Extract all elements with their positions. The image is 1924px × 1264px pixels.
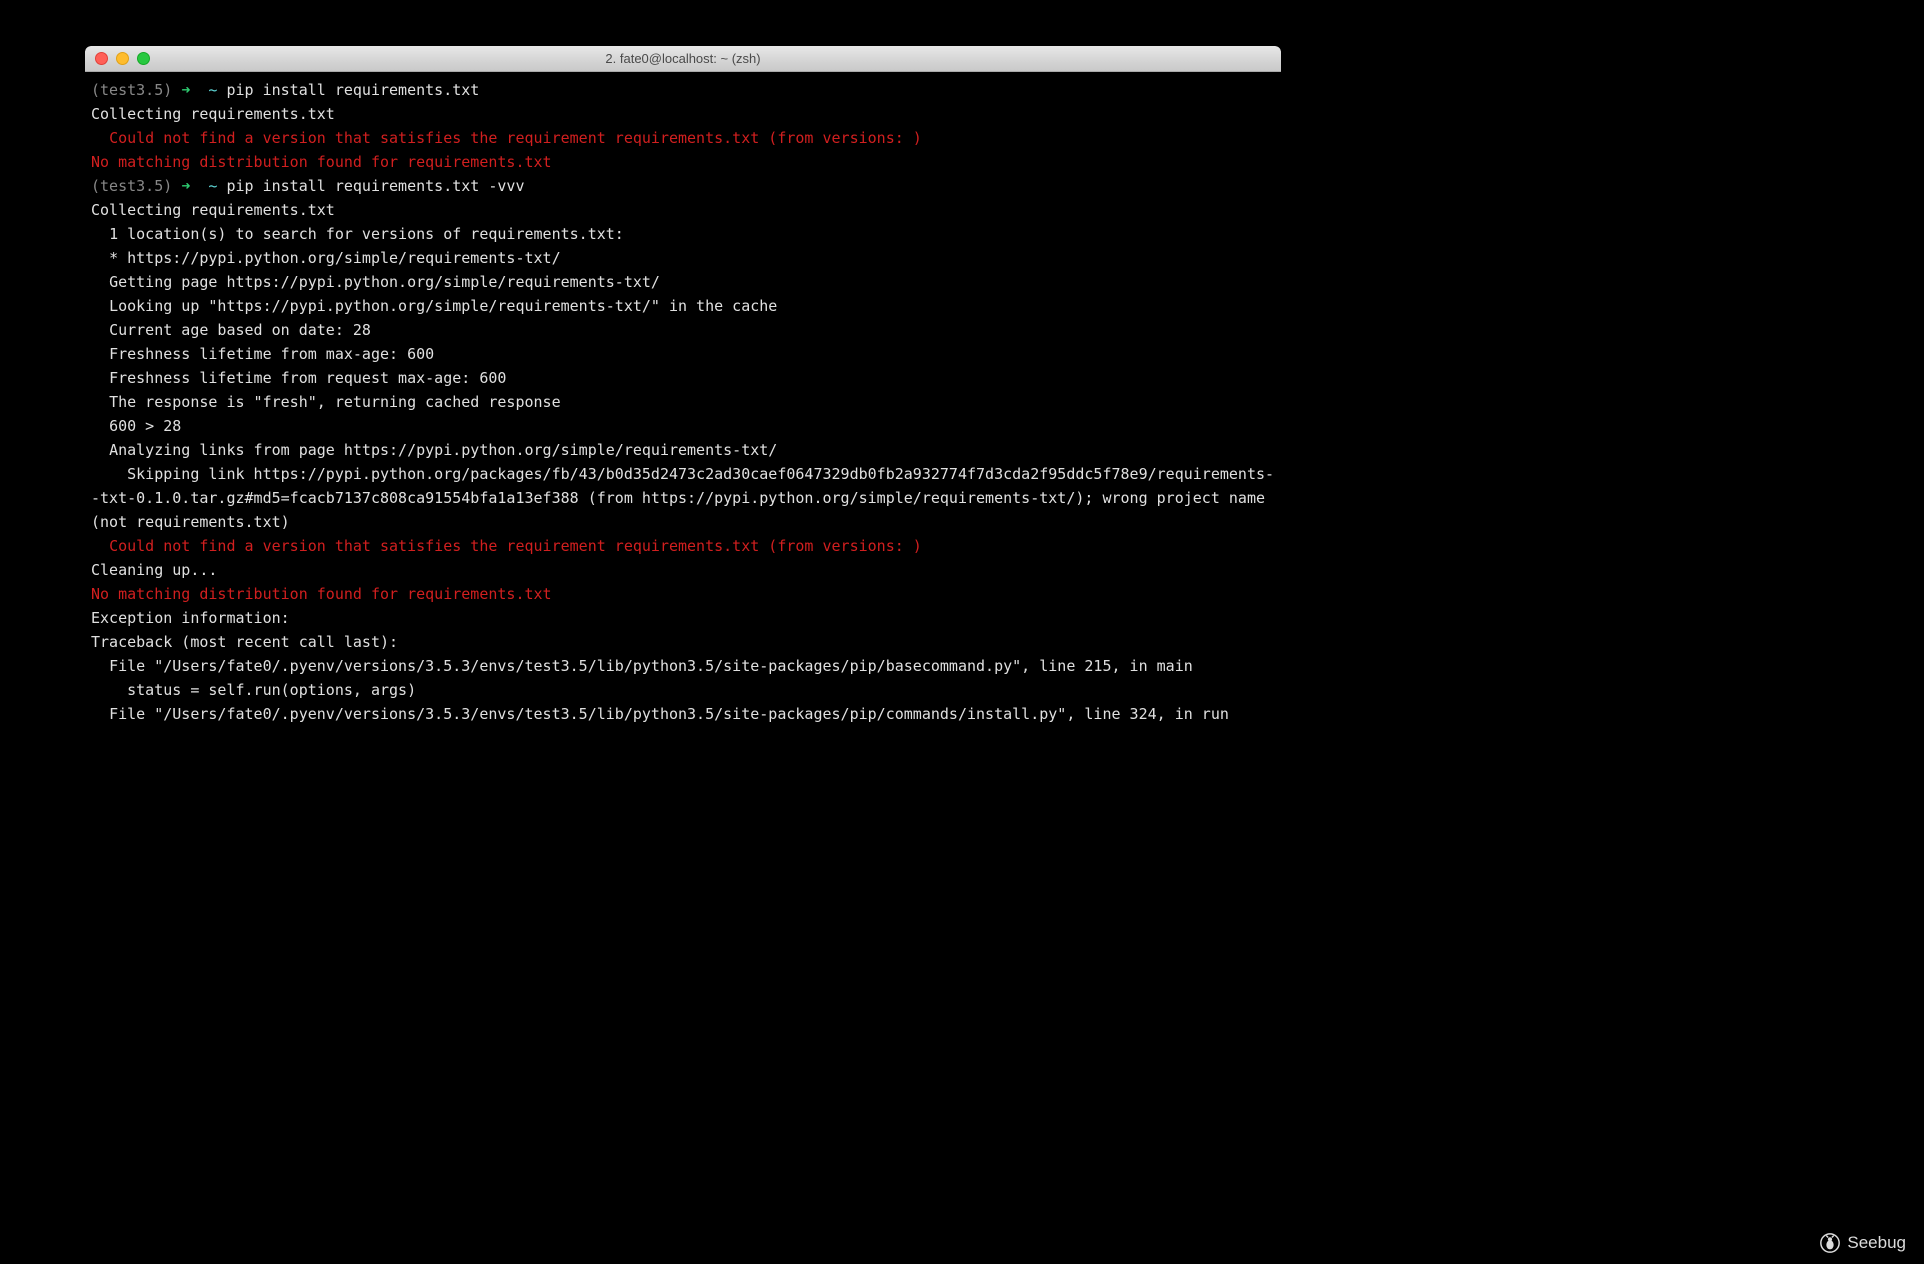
terminal-window[interactable]: 2. fate0@localhost: ~ (zsh) (test3.5) ➜ … [85,46,1281,812]
terminal-segment: Looking up "https://pypi.python.org/simp… [91,297,777,315]
terminal-segment: No matching distribution found for requi… [91,585,552,603]
terminal-segment: File "/Users/fate0/.pyenv/versions/3.5.3… [91,705,1229,723]
bug-icon [1819,1232,1841,1254]
zoom-icon[interactable] [137,52,150,65]
terminal-segment: The response is "fresh", returning cache… [91,393,561,411]
terminal-segment: ~ [208,81,226,99]
watermark-label: Seebug [1847,1233,1906,1253]
terminal-segment: (test3.5) [91,81,181,99]
terminal-segment: Skipping link https://pypi.python.org/pa… [91,465,1274,531]
terminal-segment: pip install requirements.txt [226,81,479,99]
terminal-segment: Could not find a version that satisfies … [91,129,922,147]
terminal-line: The response is "fresh", returning cache… [91,390,1275,414]
terminal-body[interactable]: (test3.5) ➜ ~ pip install requirements.t… [85,72,1281,812]
terminal-segment: Freshness lifetime from request max-age:… [91,369,506,387]
terminal-line: Getting page https://pypi.python.org/sim… [91,270,1275,294]
terminal-line: No matching distribution found for requi… [91,582,1275,606]
terminal-segment: Analyzing links from page https://pypi.p… [91,441,777,459]
terminal-line: * https://pypi.python.org/simple/require… [91,246,1275,270]
terminal-segment: Getting page https://pypi.python.org/sim… [91,273,660,291]
terminal-line: Freshness lifetime from request max-age:… [91,366,1275,390]
terminal-line: Collecting requirements.txt [91,198,1275,222]
terminal-line: Cleaning up... [91,558,1275,582]
terminal-segment: File "/Users/fate0/.pyenv/versions/3.5.3… [91,657,1193,675]
terminal-line: Could not find a version that satisfies … [91,126,1275,150]
terminal-segment: 600 > 28 [91,417,181,435]
terminal-segment: Current age based on date: 28 [91,321,371,339]
terminal-line: No matching distribution found for requi… [91,150,1275,174]
terminal-segment: Collecting requirements.txt [91,201,335,219]
terminal-line: Traceback (most recent call last): [91,630,1275,654]
traffic-lights [85,52,150,65]
terminal-line: Could not find a version that satisfies … [91,534,1275,558]
terminal-segment: No matching distribution found for requi… [91,153,552,171]
terminal-line: Exception information: [91,606,1275,630]
terminal-segment: 1 location(s) to search for versions of … [91,225,624,243]
terminal-segment: ➜ [181,81,208,99]
terminal-line: Current age based on date: 28 [91,318,1275,342]
terminal-segment: (test3.5) [91,177,181,195]
terminal-line: 600 > 28 [91,414,1275,438]
terminal-segment: ~ [208,177,226,195]
terminal-segment: status = self.run(options, args) [91,681,416,699]
window-titlebar[interactable]: 2. fate0@localhost: ~ (zsh) [85,46,1281,72]
terminal-line: File "/Users/fate0/.pyenv/versions/3.5.3… [91,654,1275,678]
terminal-segment: Cleaning up... [91,561,217,579]
terminal-line: (test3.5) ➜ ~ pip install requirements.t… [91,174,1275,198]
terminal-segment: Exception information: [91,609,290,627]
minimize-icon[interactable] [116,52,129,65]
terminal-line: status = self.run(options, args) [91,678,1275,702]
terminal-segment: Traceback (most recent call last): [91,633,398,651]
terminal-line: Freshness lifetime from max-age: 600 [91,342,1275,366]
terminal-segment: ➜ [181,177,208,195]
terminal-line: (test3.5) ➜ ~ pip install requirements.t… [91,78,1275,102]
terminal-line: 1 location(s) to search for versions of … [91,222,1275,246]
watermark: Seebug [1819,1232,1906,1254]
close-icon[interactable] [95,52,108,65]
terminal-segment: pip install requirements.txt -vvv [226,177,524,195]
terminal-segment: Freshness lifetime from max-age: 600 [91,345,434,363]
terminal-line: Collecting requirements.txt [91,102,1275,126]
terminal-line: File "/Users/fate0/.pyenv/versions/3.5.3… [91,702,1275,726]
window-title: 2. fate0@localhost: ~ (zsh) [85,51,1281,66]
terminal-segment: Collecting requirements.txt [91,105,335,123]
terminal-segment: Could not find a version that satisfies … [91,537,922,555]
terminal-segment: * https://pypi.python.org/simple/require… [91,249,561,267]
terminal-line: Analyzing links from page https://pypi.p… [91,438,1275,462]
terminal-line: Skipping link https://pypi.python.org/pa… [91,462,1275,534]
terminal-line: Looking up "https://pypi.python.org/simp… [91,294,1275,318]
